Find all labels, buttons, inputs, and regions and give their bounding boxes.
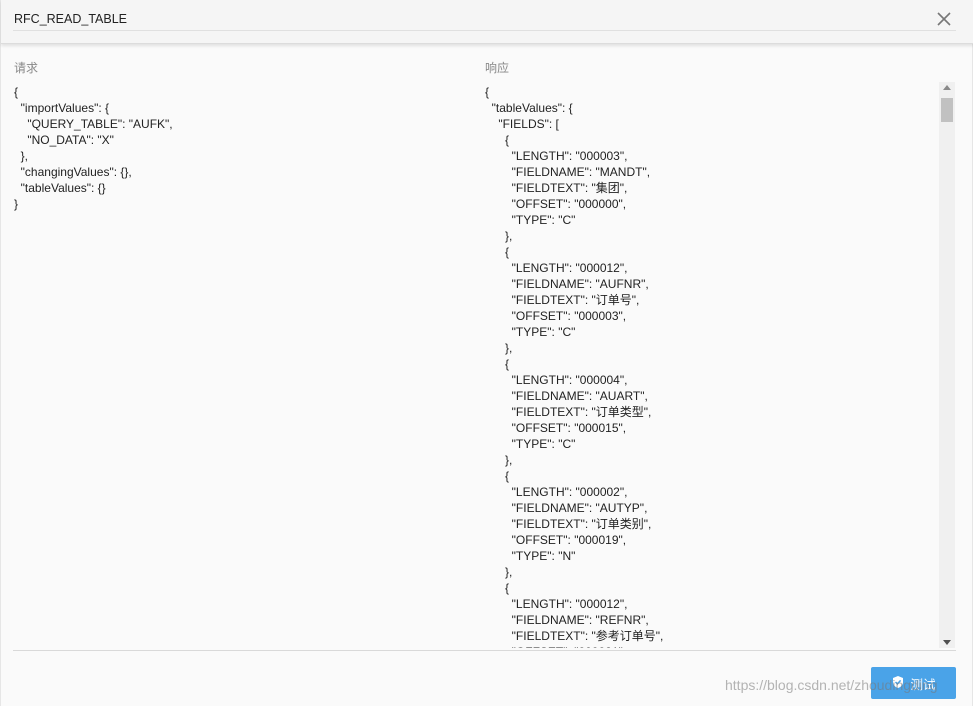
shield-check-icon (891, 675, 905, 692)
request-editor[interactable]: { "importValues": { "QUERY_TABLE": "AUFK… (14, 84, 469, 644)
request-label: 请求 (14, 61, 39, 75)
header-underline (13, 30, 956, 31)
test-button-label: 测试 (910, 676, 936, 692)
rfc-dialog: RFC_READ_TABLE 请求 { "importValues": { "Q… (0, 0, 973, 706)
scrollbar-thumb[interactable] (941, 98, 953, 122)
footer-divider (13, 650, 956, 651)
dialog-title: RFC_READ_TABLE (14, 12, 127, 26)
scroll-up-arrow-icon[interactable] (943, 85, 951, 90)
scroll-down-arrow-icon[interactable] (943, 640, 951, 645)
response-scrollbar[interactable] (939, 82, 955, 648)
response-label: 响应 (485, 61, 510, 75)
response-viewer[interactable]: { "tableValues": { "FIELDS": [ { "LENGTH… (485, 82, 956, 648)
response-body: { "tableValues": { "FIELDS": [ { "LENGTH… (485, 85, 664, 648)
dialog-header: RFC_READ_TABLE (1, 0, 973, 44)
test-button[interactable]: 测试 (871, 667, 956, 699)
close-icon[interactable] (934, 9, 954, 29)
